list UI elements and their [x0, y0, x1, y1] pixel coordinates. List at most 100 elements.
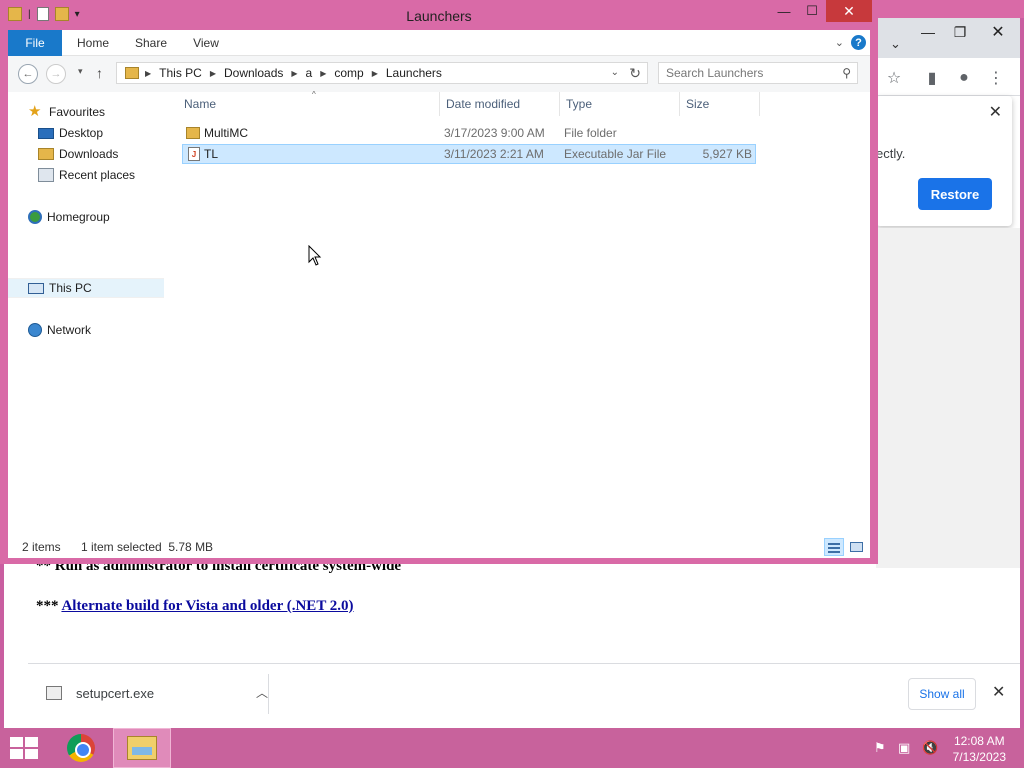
- taskbar-file-explorer[interactable]: [113, 728, 171, 768]
- download-shelf-close-icon[interactable]: ✕: [992, 682, 1005, 702]
- network-tray-icon[interactable]: ▣: [898, 740, 910, 756]
- sort-ascending-icon: ^: [312, 90, 316, 99]
- breadcrumb-launchers[interactable]: Launchers: [386, 66, 442, 80]
- file-name: TL: [204, 147, 219, 161]
- tab-view[interactable]: View: [184, 30, 228, 56]
- up-arrow-button[interactable]: ↑: [96, 65, 103, 81]
- chevron-right-icon[interactable]: ▶: [372, 69, 378, 78]
- alt-build-link[interactable]: Alternate build for Vista and older (.NE…: [61, 598, 353, 614]
- forward-button[interactable]: →: [46, 64, 66, 84]
- minimize-button[interactable]: —: [770, 0, 798, 22]
- back-button[interactable]: ←: [18, 64, 38, 84]
- restore-close-icon[interactable]: ✕: [989, 102, 1002, 122]
- column-header-name[interactable]: Name ^: [178, 90, 440, 116]
- chevron-right-icon[interactable]: ▶: [210, 69, 216, 78]
- chevron-right-icon[interactable]: ▶: [320, 69, 326, 78]
- browser-window-controls: — ❐ ✕: [912, 18, 1020, 46]
- table-row[interactable]: MultiMC 3/17/2023 9:00 AM File folder: [182, 124, 756, 144]
- help-icon[interactable]: ?: [851, 35, 866, 50]
- sidebar-item-label: Favourites: [49, 105, 106, 119]
- show-all-button[interactable]: Show all: [908, 678, 976, 710]
- explorer-titlebar[interactable]: | ▾ Launchers — ☐ ✕: [0, 0, 878, 30]
- address-row: ← → ▾ ↑ ▶ This PC ▶ Downloads ▶ a ▶ comp…: [8, 56, 870, 92]
- computer-icon: [28, 282, 44, 294]
- item-count: 2 items: [22, 540, 61, 554]
- ribbon-tabs: File Home Share View ⌄ ?: [8, 30, 870, 56]
- file-date: 3/17/2023 9:00 AM: [444, 126, 545, 140]
- sidebar-item-recent-places[interactable]: Recent places: [38, 165, 164, 185]
- desktop-icon: [38, 127, 54, 139]
- action-center-flag-icon[interactable]: ⚑: [874, 740, 886, 756]
- download-shelf: setupcert.exe ︿ Show all ✕: [28, 663, 1020, 723]
- maximize-button[interactable]: ☐: [798, 0, 826, 22]
- window-title: Launchers: [406, 8, 472, 24]
- system-clock[interactable]: 12:08 AM 7/13/2023: [953, 733, 1006, 765]
- sidebar-item-label: Desktop: [59, 126, 104, 140]
- chrome-icon: [67, 734, 95, 762]
- sidebar-item-downloads[interactable]: Downloads: [38, 144, 164, 164]
- sidebar-item-desktop[interactable]: Desktop: [38, 123, 164, 143]
- tab-share[interactable]: Share: [128, 30, 174, 56]
- expand-ribbon-chevron-icon[interactable]: ⌄: [835, 36, 844, 49]
- sidebar-item-label: This PC: [49, 281, 92, 295]
- recent-locations-dropdown-icon[interactable]: ▾: [78, 66, 83, 77]
- explorer-window: | ▾ Launchers — ☐ ✕ File Home Share View…: [0, 0, 878, 564]
- recent-places-icon: [38, 168, 54, 182]
- browser-maximize-button[interactable]: ❐: [944, 18, 976, 46]
- download-item[interactable]: setupcert.exe ︿: [46, 678, 268, 708]
- restore-message: ectly.: [876, 146, 906, 161]
- taskbar-chrome[interactable]: [52, 728, 110, 768]
- address-bar[interactable]: ▶ This PC ▶ Downloads ▶ a ▶ comp ▶ Launc…: [116, 62, 648, 84]
- start-button[interactable]: [10, 737, 38, 759]
- large-icons-view-icon: [849, 542, 863, 552]
- bookmark-star-icon[interactable]: ☆: [884, 68, 904, 88]
- tab-home[interactable]: Home: [70, 30, 116, 56]
- details-view-button[interactable]: [824, 538, 844, 556]
- address-dropdown-icon[interactable]: ⌄: [611, 67, 619, 78]
- star-icon: ★: [28, 103, 42, 120]
- sidebar-item-this-pc[interactable]: This PC: [8, 278, 164, 298]
- chevron-up-icon[interactable]: ︿: [256, 684, 268, 701]
- sidebar-item-label: Downloads: [59, 147, 119, 161]
- volume-muted-icon[interactable]: 🔇: [922, 740, 938, 756]
- file-name: MultiMC: [204, 126, 248, 140]
- sidebar-item-favourites[interactable]: ★ Favourites: [28, 102, 164, 122]
- breadcrumb-downloads[interactable]: Downloads: [224, 66, 283, 80]
- breadcrumb-a[interactable]: a: [306, 66, 313, 80]
- homegroup-icon: [28, 210, 42, 224]
- restore-popup: ✕ ectly. Restore: [876, 96, 1012, 226]
- column-header-type[interactable]: Type: [560, 92, 680, 116]
- mouse-cursor-icon: [308, 245, 322, 266]
- folder-icon: [125, 67, 139, 79]
- menu-kebab-icon[interactable]: ⋮: [986, 68, 1006, 88]
- sidebar-item-network[interactable]: Network: [28, 320, 164, 340]
- taskbar: ⚑ ▣ 🔇 12:08 AM 7/13/2023: [0, 728, 1024, 768]
- breadcrumb-comp[interactable]: comp: [334, 66, 363, 80]
- download-filename: setupcert.exe: [76, 685, 155, 701]
- profile-icon[interactable]: ●: [954, 68, 974, 88]
- restore-button[interactable]: Restore: [918, 178, 992, 210]
- browser-minimize-button[interactable]: —: [912, 18, 944, 46]
- file-date: 3/11/2023 2:21 AM: [444, 147, 544, 161]
- breadcrumb-this-pc[interactable]: This PC: [159, 66, 202, 80]
- chevron-right-icon[interactable]: ▶: [145, 69, 151, 78]
- tab-search-chevron-icon[interactable]: ⌄: [890, 36, 901, 52]
- column-header-size[interactable]: Size: [680, 92, 760, 116]
- windows-logo-icon: [25, 749, 38, 759]
- status-bar: 2 items 1 item selected 5.78 MB: [8, 536, 870, 558]
- side-panel-icon[interactable]: ▮: [922, 68, 942, 88]
- column-header-date[interactable]: Date modified: [440, 92, 560, 116]
- sidebar-item-label: Network: [47, 323, 92, 337]
- table-row[interactable]: J TL 3/11/2023 2:21 AM Executable Jar Fi…: [182, 144, 756, 164]
- chevron-right-icon[interactable]: ▶: [291, 69, 297, 78]
- search-icon[interactable]: ⚲: [842, 66, 851, 80]
- folder-icon: [186, 127, 200, 139]
- tab-file[interactable]: File: [8, 30, 62, 56]
- browser-close-button[interactable]: ✕: [976, 18, 1020, 46]
- refresh-icon[interactable]: ↻: [629, 65, 641, 82]
- large-icons-view-button[interactable]: [846, 538, 866, 556]
- search-input[interactable]: Search Launchers ⚲: [658, 62, 858, 84]
- sidebar-item-homegroup[interactable]: Homegroup: [28, 207, 164, 227]
- close-button[interactable]: ✕: [826, 0, 872, 22]
- java-jar-icon: J: [188, 147, 200, 161]
